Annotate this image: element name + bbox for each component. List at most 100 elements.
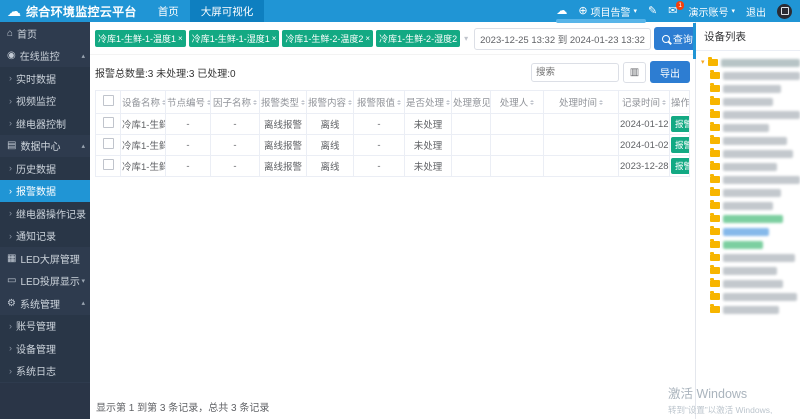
column-header[interactable]: 处理人 — [491, 91, 544, 114]
export-button[interactable]: 导出 — [650, 61, 690, 83]
notification-button[interactable]: ✉ 1 — [668, 6, 677, 17]
column-header[interactable]: 处理意见 — [452, 91, 491, 114]
folder-icon — [710, 215, 720, 222]
sidebar-item[interactable]: ▤ 数据中心 ▴ — [0, 135, 90, 158]
tree-device-node[interactable] — [701, 108, 800, 121]
row-checkbox[interactable] — [103, 117, 114, 128]
sidebar-item[interactable]: ▭ LED投屏显示 ▾ — [0, 270, 90, 293]
gear-icon: ⚙ — [7, 298, 16, 309]
tab-home[interactable]: 首页 — [147, 0, 190, 22]
sort-icon[interactable] — [301, 100, 305, 105]
close-icon[interactable]: × — [272, 35, 277, 43]
tree-device-node[interactable] — [701, 173, 800, 186]
tree-device-node[interactable] — [701, 251, 800, 264]
tree-root-node[interactable]: ▾ — [701, 56, 800, 69]
sidebar-item[interactable]: ▦ LED大屏管理 — [0, 247, 90, 270]
sensor-filter-tag[interactable]: 冷库1-生鲜-1-湿度1 × — [189, 30, 280, 47]
column-header[interactable]: 因子名称 — [211, 91, 260, 114]
column-header[interactable]: 是否处理 — [405, 91, 452, 114]
alarm-process-button[interactable]: 报警处理 — [671, 137, 690, 153]
tree-device-node[interactable] — [701, 225, 800, 238]
sidebar-item-label: LED投屏显示 — [20, 273, 79, 288]
close-icon[interactable]: × — [365, 35, 370, 43]
chevron-down-icon[interactable]: ▾ — [464, 34, 468, 43]
tree-device-node[interactable] — [701, 290, 800, 303]
tree-expand-icon[interactable]: ▾ — [701, 59, 705, 66]
chevron-icon: ▴ — [81, 299, 85, 307]
sort-icon[interactable] — [162, 100, 165, 105]
account-menu[interactable]: 演示账号 ▾ — [688, 4, 735, 19]
cloud-status-icon[interactable]: ☁ — [556, 6, 567, 17]
tree-device-node[interactable] — [701, 95, 800, 108]
sidebar-item[interactable]: › 设备管理 — [0, 337, 90, 360]
sensor-filter-tag[interactable]: 冷库1-生鲜-1-温度1 × — [95, 30, 186, 47]
sensor-filter-tag[interactable]: 冷库1-生鲜-2-湿度2 × — [376, 30, 460, 47]
sort-icon[interactable] — [662, 100, 666, 105]
sidebar-item[interactable]: › 报警数据 — [0, 180, 90, 203]
sidebar-item[interactable]: › 系统日志 — [0, 360, 90, 383]
sidebar-item[interactable]: ⌂ 首页 — [0, 22, 90, 45]
column-header[interactable]: 处理时间 — [544, 91, 619, 114]
horizontal-scrollbar-thumb[interactable] — [556, 19, 646, 23]
search-input[interactable] — [531, 63, 619, 82]
sidebar-item[interactable]: › 继电器控制 — [0, 112, 90, 135]
tree-device-node[interactable] — [701, 160, 800, 173]
column-header[interactable]: 报警限值 — [354, 91, 405, 114]
tree-device-node[interactable] — [701, 134, 800, 147]
sidebar-item[interactable]: › 通知记录 — [0, 225, 90, 248]
edit-icon[interactable]: ✎ — [648, 6, 657, 17]
tag-list: 冷库1-生鲜-1-温度1 × 冷库1-生鲜-1-湿度1 × 冷库1-生鲜-2-温… — [95, 30, 460, 47]
column-header[interactable]: 记录时间 — [619, 91, 670, 114]
column-header[interactable]: 操作 — [670, 91, 690, 114]
led-screen-icon: ▦ — [7, 253, 16, 264]
sort-icon[interactable] — [207, 100, 210, 105]
column-header[interactable]: 报警类型 — [260, 91, 307, 114]
alarm-process-button[interactable]: 报警处理 — [671, 158, 690, 174]
columns-toggle-icon[interactable]: ▥ — [623, 62, 646, 83]
blurred-device-label — [723, 98, 773, 106]
tree-device-node[interactable] — [701, 238, 800, 251]
vertical-scrollbar-thumb[interactable] — [693, 23, 696, 59]
sidebar-item[interactable]: › 继电器操作记录 — [0, 202, 90, 225]
tree-device-node[interactable] — [701, 121, 800, 134]
tree-device-node[interactable] — [701, 303, 800, 316]
tree-device-node[interactable] — [701, 186, 800, 199]
row-checkbox[interactable] — [103, 138, 114, 149]
sort-icon[interactable] — [530, 100, 534, 105]
sensor-filter-tag[interactable]: 冷库1-生鲜-2-温度2 × — [282, 30, 373, 47]
project-alarm-menu[interactable]: ⊕ 项目告警 ▾ — [578, 4, 637, 19]
select-all-checkbox[interactable] — [103, 95, 114, 106]
column-header[interactable]: 节点编号 — [166, 91, 211, 114]
tree-device-node[interactable] — [701, 264, 800, 277]
sidebar-item-label: 历史数据 — [16, 161, 56, 176]
sidebar-item[interactable]: ⚙ 系统管理 ▴ — [0, 292, 90, 315]
cell-alarm-limit: - — [354, 156, 405, 177]
folder-icon — [710, 254, 720, 261]
tree-device-node[interactable] — [701, 277, 800, 290]
alarm-process-button[interactable]: 报警处理 — [671, 116, 690, 132]
tree-device-node[interactable] — [701, 212, 800, 225]
sort-icon[interactable] — [599, 100, 603, 105]
sort-icon[interactable] — [348, 100, 352, 105]
sort-icon[interactable] — [446, 100, 450, 105]
cell-processed-status: 未处理 — [405, 114, 452, 135]
logout-button[interactable]: 退出 — [746, 4, 766, 19]
column-header[interactable]: 报警内容 — [307, 91, 354, 114]
cell-processed-status: 未处理 — [405, 156, 452, 177]
column-header[interactable]: 设备名称 — [121, 91, 166, 114]
sidebar-item[interactable]: › 账号管理 — [0, 315, 90, 338]
date-range-input[interactable]: 2023-12-25 13:32 到 2024-01-23 13:32 — [474, 28, 651, 50]
sidebar-item[interactable]: ◉ 在线监控 ▴ — [0, 45, 90, 68]
sidebar-item[interactable]: › 历史数据 — [0, 157, 90, 180]
tab-dashboard[interactable]: 大屏可视化 — [190, 0, 265, 22]
tree-device-node[interactable] — [701, 147, 800, 160]
sidebar-item[interactable]: › 实时数据 — [0, 67, 90, 90]
tree-device-node[interactable] — [701, 199, 800, 212]
row-checkbox[interactable] — [103, 159, 114, 170]
close-icon[interactable]: × — [178, 35, 183, 43]
tree-device-node[interactable] — [701, 69, 800, 82]
tree-device-node[interactable] — [701, 82, 800, 95]
sort-icon[interactable] — [397, 100, 401, 105]
sort-icon[interactable] — [253, 100, 257, 105]
sidebar-item[interactable]: › 视频监控 — [0, 90, 90, 113]
